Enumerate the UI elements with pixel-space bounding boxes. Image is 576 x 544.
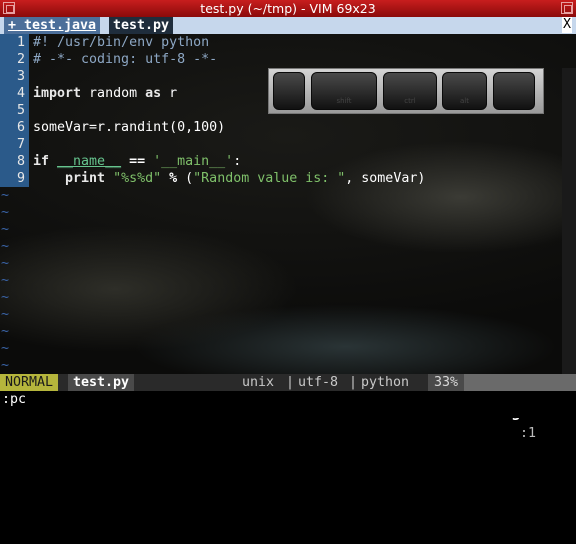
code-token: # -*- coding: utf-8 -*- — [33, 52, 218, 67]
window-title: test.py (~/tmp) - VIM 69x23 — [200, 1, 376, 16]
line-number: 4 — [0, 85, 29, 102]
empty-line-tilde: ~ — [1, 239, 10, 254]
code-line[interactable]: 5 — [0, 102, 576, 119]
code-token: #! /usr/bin/env python — [33, 35, 210, 50]
code-line[interactable]: 6 someVar=r.randint(0,100) — [0, 119, 576, 136]
code-text[interactable]: if __name__ == '__main__': — [33, 153, 241, 170]
code-token: == — [129, 154, 146, 169]
code-token: someVar=r.randint(0,100) — [33, 120, 226, 135]
code-line[interactable]: 4 import random as r — [0, 85, 576, 102]
tab-test-java[interactable]: + test.java — [4, 17, 101, 34]
line-number: 9 — [0, 170, 29, 187]
line-number: 1 — [0, 34, 29, 51]
editor-area[interactable]: shift ctrl alt 1 #! /usr/bin/env python 2 #… — [0, 34, 576, 408]
line-number: 6 — [0, 119, 29, 136]
window-maximize-icon[interactable] — [561, 2, 573, 14]
status-line: NORMAL test.py unix | utf-8 | python 33%… — [0, 374, 576, 441]
code-line[interactable]: 2 # -*- coding: utf-8 -*- — [0, 51, 576, 68]
code-text[interactable]: someVar=r.randint(0,100) — [33, 119, 225, 136]
empty-line-tilde: ~ — [1, 205, 10, 220]
code-token: __name__ — [57, 154, 122, 169]
code-token: if — [33, 154, 50, 169]
code-token: import — [33, 86, 82, 101]
close-tab-icon[interactable]: X — [562, 17, 572, 33]
code-line[interactable]: 8 if __name__ == '__main__': — [0, 153, 576, 170]
code-token: : — [233, 154, 242, 169]
line-number: 2 — [0, 51, 29, 68]
code-line[interactable]: 9 print "%s%d" % ("Random value is: ", s… — [0, 170, 576, 187]
code-text[interactable]: # -*- coding: utf-8 -*- — [33, 51, 217, 68]
empty-line-tilde: ~ — [1, 273, 10, 288]
command-line[interactable]: :pc — [0, 391, 576, 418]
code-text[interactable]: print "%s%d" % ("Random value is: ", som… — [33, 170, 425, 187]
code-token: random — [81, 86, 146, 101]
code-token: as — [145, 86, 162, 101]
code-token: "Random value is: " — [193, 171, 346, 186]
status-separator: | — [286, 375, 295, 390]
status-separator: | — [349, 375, 358, 390]
line-number: 8 — [0, 153, 29, 170]
code-token: ( — [177, 171, 194, 186]
status-column: :1 — [520, 426, 537, 441]
code-text[interactable]: #! /usr/bin/env python — [33, 34, 209, 51]
empty-line-tilde: ~ — [1, 358, 10, 373]
empty-line-tilde: ~ — [1, 307, 10, 322]
code-token: "%s%d" — [113, 171, 162, 186]
code-line[interactable]: 1 #! /usr/bin/env python — [0, 34, 576, 51]
empty-line-tilde: ~ — [1, 188, 10, 203]
status-position: LN 3 :1 — [464, 374, 576, 441]
empty-line-tilde: ~ — [1, 256, 10, 271]
code-token: r — [161, 86, 178, 101]
empty-line-tilde: ~ — [1, 341, 10, 356]
status-percent: 33% — [428, 374, 464, 391]
empty-line-tilde: ~ — [1, 222, 10, 237]
empty-line-tilde: ~ — [1, 324, 10, 339]
code-line[interactable]: 7 — [0, 136, 576, 153]
status-encoding: utf-8 — [298, 375, 339, 390]
tab-test-py[interactable]: test.py — [109, 17, 174, 34]
tab-bar: + test.java test.py X — [0, 17, 576, 34]
code-text[interactable]: import random as r — [33, 85, 177, 102]
status-fileformat: unix — [242, 375, 275, 390]
line-number: 7 — [0, 136, 29, 153]
status-filetype: python — [361, 375, 410, 390]
code-token: '__main__' — [153, 154, 234, 169]
mode-indicator: NORMAL — [0, 374, 59, 391]
code-token: % — [169, 171, 178, 186]
code-token: print — [65, 171, 106, 186]
code-token: , someVar) — [345, 171, 426, 186]
window-menu-icon[interactable] — [3, 2, 15, 14]
empty-line-tilde: ~ — [1, 290, 10, 305]
window-titlebar: test.py (~/tmp) - VIM 69x23 — [0, 0, 576, 17]
line-number: 5 — [0, 102, 29, 119]
line-number: 3 — [0, 68, 29, 85]
status-filename: test.py — [68, 374, 135, 391]
code-line[interactable]: 3 — [0, 68, 576, 85]
